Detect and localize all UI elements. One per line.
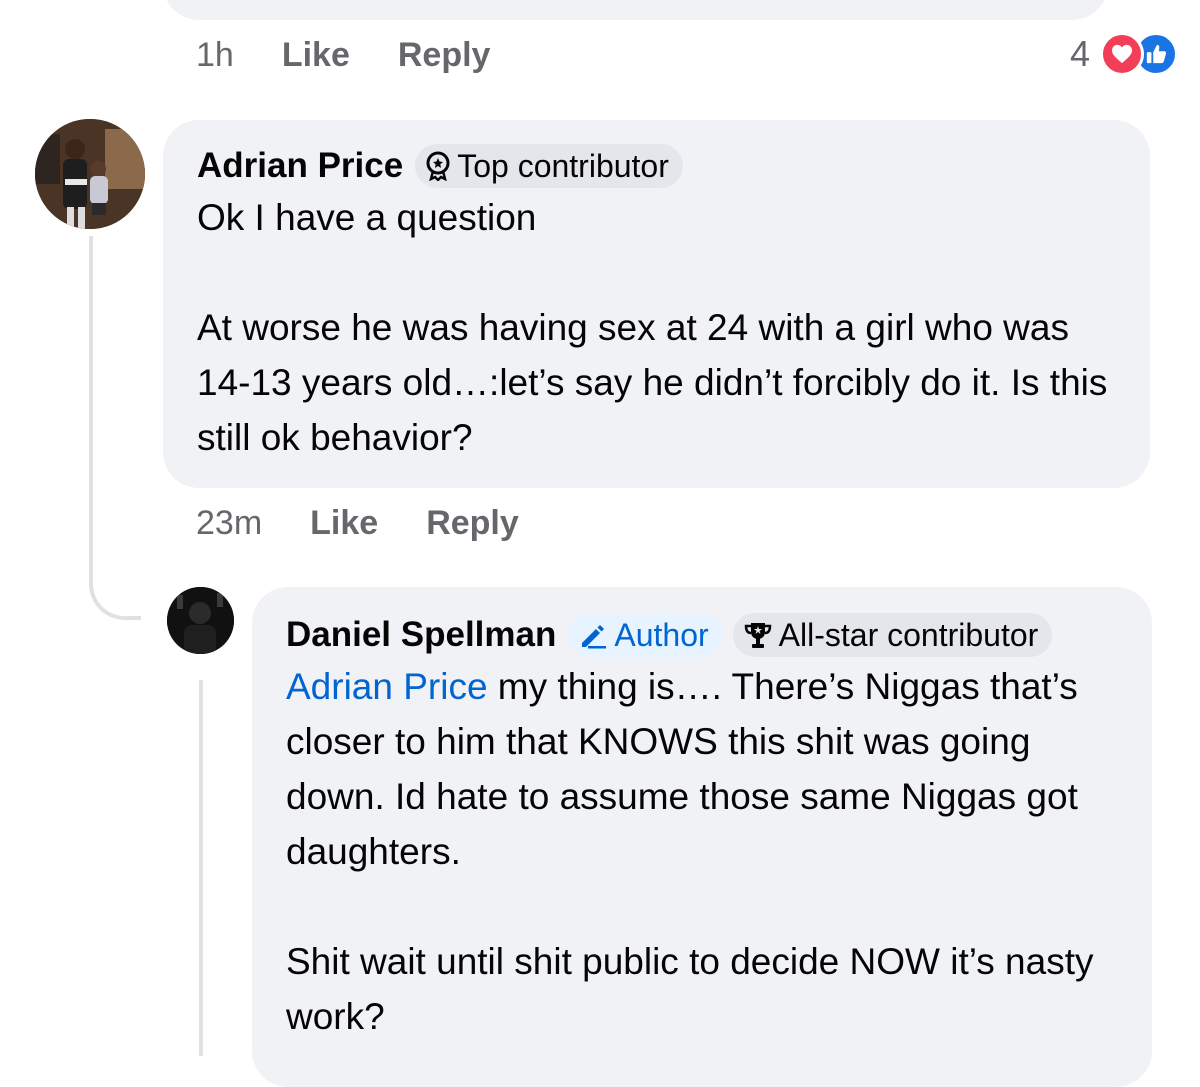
comment-text: Ok I have a question At worse he was hav… — [197, 190, 1116, 465]
comment-header: Adrian Price Top contributor — [197, 144, 1116, 188]
comment-timestamp: 1h — [196, 36, 234, 74]
reaction-count: 4 — [1069, 33, 1090, 74]
author-name[interactable]: Adrian Price — [197, 146, 403, 186]
avatar[interactable] — [35, 119, 145, 229]
heart-icon — [1100, 32, 1144, 76]
previous-comment-actions: 1h Like Reply — [196, 36, 538, 75]
reply-button[interactable]: Reply — [398, 36, 491, 75]
comment-text-paragraph: At worse he was having sex at 24 with a … — [197, 307, 1118, 458]
avatar[interactable] — [167, 587, 234, 654]
comment-header: Daniel Spellman Author All-star contribu… — [286, 613, 1118, 657]
trophy-icon — [744, 623, 771, 648]
reply-bubble: Daniel Spellman Author All-star contribu… — [252, 587, 1152, 1087]
top-contributor-badge[interactable]: Top contributor — [415, 144, 683, 188]
comment-text: Adrian Price my thing is…. There’s Nigga… — [286, 659, 1118, 1044]
reactions-summary[interactable]: 4 — [1070, 32, 1178, 76]
author-name[interactable]: Daniel Spellman — [286, 615, 556, 655]
thread-connector-line — [89, 236, 93, 576]
like-button[interactable]: Like — [282, 36, 350, 75]
author-badge[interactable]: Author — [568, 613, 723, 657]
comment-bubble: Adrian Price Top contributor Ok I have a… — [163, 120, 1150, 488]
badge-label: Author — [614, 616, 709, 653]
reply-thread-line — [199, 680, 203, 1056]
comment-actions: 23m Like Reply — [196, 504, 567, 543]
like-button[interactable]: Like — [310, 504, 378, 543]
badge-label: All-star contributor — [778, 616, 1039, 653]
reply-button[interactable]: Reply — [426, 504, 519, 543]
previous-comment-bubble — [163, 0, 1108, 20]
pencil-icon — [582, 625, 607, 649]
comment-timestamp: 23m — [196, 504, 263, 542]
contributor-badge-icon — [426, 151, 450, 181]
mention-link[interactable]: Adrian Price — [286, 666, 488, 707]
comment-text-line: Ok I have a question — [197, 197, 537, 238]
badge-label: Top contributor — [457, 147, 669, 184]
comment-text-paragraph: Shit wait until shit public to decide NO… — [286, 941, 1104, 1037]
thread-connector-curve — [89, 568, 141, 620]
all-star-contributor-badge[interactable]: All-star contributor — [732, 613, 1053, 657]
